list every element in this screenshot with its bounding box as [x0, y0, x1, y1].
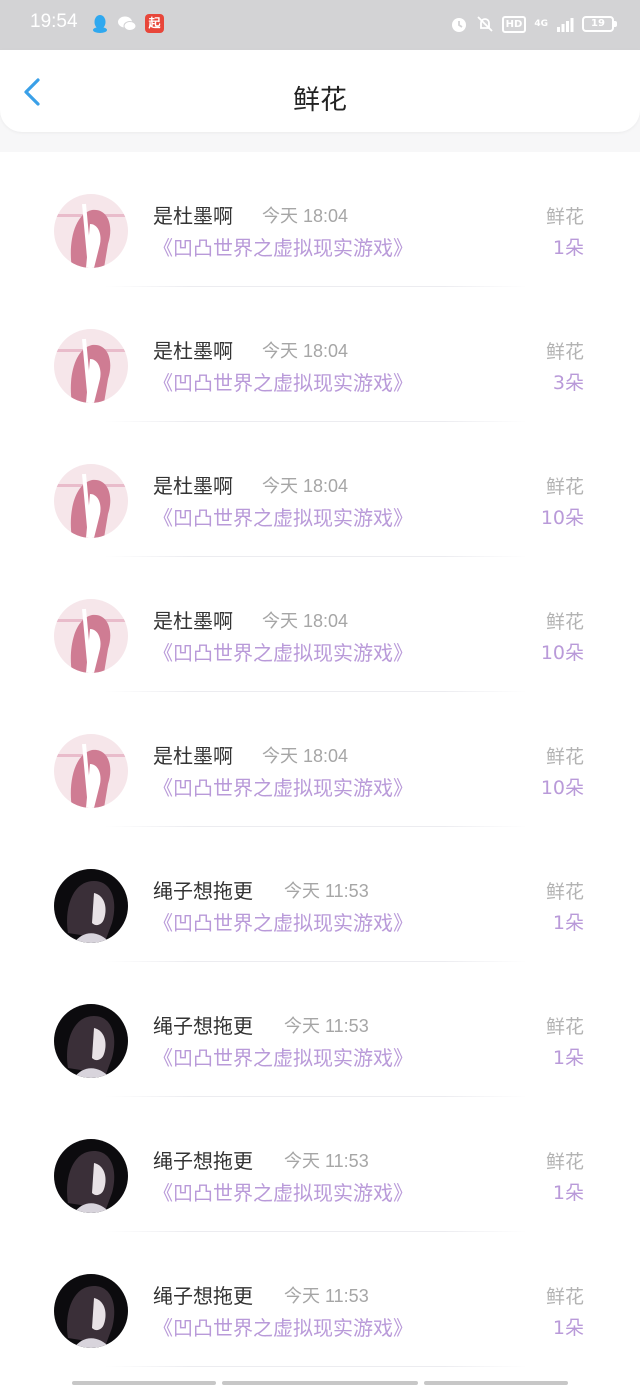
avatar[interactable]: [54, 329, 128, 403]
page-title: 鲜花: [293, 85, 347, 116]
qidian-app-icon: 起: [145, 14, 164, 33]
username: 是杜墨啊: [153, 609, 233, 633]
avatar-pink-illustration: [54, 599, 128, 673]
username: 是杜墨啊: [153, 339, 233, 363]
gift-count: 1朵: [552, 237, 584, 259]
username: 绳子想拖更: [153, 1284, 253, 1308]
network-type: 4G: [534, 19, 548, 29]
username: 是杜墨啊: [153, 744, 233, 768]
book-title-link[interactable]: 《凹凸世界之虚拟现实游戏》: [153, 907, 413, 936]
mute-icon: [477, 16, 493, 32]
avatar-dark-illustration: [54, 869, 128, 943]
scroll-indicator-segment: [424, 1381, 568, 1385]
qq-icon: [93, 15, 107, 33]
list-item[interactable]: 绳子想拖更 今天 11:53 《凹凸世界之虚拟现实游戏》 鲜花 1朵: [0, 962, 640, 1097]
status-right-cluster: HD 4G 19: [450, 13, 617, 35]
avatar[interactable]: [54, 1139, 128, 1213]
book-title-link[interactable]: 《凹凸世界之虚拟现实游戏》: [153, 1312, 413, 1341]
record-time: 今天 18:04: [262, 746, 349, 766]
gift-type: 鲜花: [545, 1151, 584, 1173]
gift-count: 1朵: [552, 1317, 584, 1339]
hd-badge: HD: [501, 15, 527, 33]
record-time: 今天 11:53: [284, 881, 369, 901]
record-time: 今天 18:04: [262, 611, 349, 631]
scroll-indicator-segment: [222, 1381, 418, 1385]
gift-count: 10朵: [540, 642, 584, 664]
record-time: 今天 11:53: [284, 1151, 369, 1171]
book-title-link[interactable]: 《凹凸世界之虚拟现实游戏》: [153, 367, 413, 396]
book-title-link[interactable]: 《凹凸世界之虚拟现实游戏》: [153, 637, 413, 666]
avatar-pink-illustration: [54, 734, 128, 808]
gift-count: 1朵: [552, 1182, 584, 1204]
gift-type: 鲜花: [545, 206, 584, 228]
list-item[interactable]: 绳子想拖更 今天 11:53 《凹凸世界之虚拟现实游戏》 鲜花 1朵: [0, 827, 640, 962]
list-item[interactable]: 是杜墨啊 今天 18:04 《凹凸世界之虚拟现实游戏》 鲜花 3朵: [0, 287, 640, 422]
gift-type: 鲜花: [545, 881, 584, 903]
gift-record-list: 是杜墨啊 今天 18:04 《凹凸世界之虚拟现实游戏》 鲜花 1朵 是杜墨啊 今…: [0, 152, 640, 1387]
list-item[interactable]: 是杜墨啊 今天 18:04 《凹凸世界之虚拟现实游戏》 鲜花 10朵: [0, 692, 640, 827]
gift-type: 鲜花: [545, 1286, 584, 1308]
row-divider: [105, 1366, 527, 1367]
scroll-indicator-segment: [72, 1381, 216, 1385]
nav-bar: 鲜花: [0, 50, 640, 132]
username: 绳子想拖更: [153, 1149, 253, 1173]
avatar[interactable]: [54, 464, 128, 538]
record-time: 今天 18:04: [262, 341, 349, 361]
gift-count: 10朵: [540, 777, 584, 799]
gift-type: 鲜花: [545, 611, 584, 633]
list-item[interactable]: 是杜墨啊 今天 18:04 《凹凸世界之虚拟现实游戏》 鲜花 10朵: [0, 422, 640, 557]
battery-icon: 19: [582, 16, 617, 32]
avatar-pink-illustration: [54, 464, 128, 538]
signal-icon: [557, 18, 574, 32]
list-item[interactable]: 是杜墨啊 今天 18:04 《凹凸世界之虚拟现实游戏》 鲜花 10朵: [0, 557, 640, 692]
avatar[interactable]: [54, 194, 128, 268]
gift-count: 10朵: [540, 507, 584, 529]
list-item[interactable]: 绳子想拖更 今天 11:53 《凹凸世界之虚拟现实游戏》 鲜花 1朵: [0, 1232, 640, 1367]
avatar-dark-illustration: [54, 1139, 128, 1213]
book-title-link[interactable]: 《凹凸世界之虚拟现实游戏》: [153, 1042, 413, 1071]
status-bar: 19:54 起 HD 4G 19: [0, 0, 640, 52]
wechat-icon: [118, 16, 137, 31]
book-title-link[interactable]: 《凹凸世界之虚拟现实游戏》: [153, 1177, 413, 1206]
record-time: 今天 11:53: [284, 1286, 369, 1306]
gift-count: 3朵: [552, 372, 584, 394]
gift-type: 鲜花: [545, 746, 584, 768]
username: 是杜墨啊: [153, 204, 233, 228]
book-title-link[interactable]: 《凹凸世界之虚拟现实游戏》: [153, 772, 413, 801]
gift-type: 鲜花: [545, 1016, 584, 1038]
record-time: 今天 11:53: [284, 1016, 369, 1036]
gift-count: 1朵: [552, 1047, 584, 1069]
list-item[interactable]: 是杜墨啊 今天 18:04 《凹凸世界之虚拟现实游戏》 鲜花 1朵: [0, 152, 640, 287]
avatar-pink-illustration: [54, 329, 128, 403]
avatar[interactable]: [54, 599, 128, 673]
avatar[interactable]: [54, 1004, 128, 1078]
username: 绳子想拖更: [153, 879, 253, 903]
record-time: 今天 18:04: [262, 476, 349, 496]
avatar-pink-illustration: [54, 194, 128, 268]
avatar-dark-illustration: [54, 1004, 128, 1078]
avatar[interactable]: [54, 734, 128, 808]
book-title-link[interactable]: 《凹凸世界之虚拟现实游戏》: [153, 502, 413, 531]
username: 绳子想拖更: [153, 1014, 253, 1038]
list-item[interactable]: 绳子想拖更 今天 11:53 《凹凸世界之虚拟现实游戏》 鲜花 1朵: [0, 1097, 640, 1232]
gift-type: 鲜花: [545, 476, 584, 498]
alarm-icon: [451, 18, 466, 32]
username: 是杜墨啊: [153, 474, 233, 498]
record-time: 今天 18:04: [262, 206, 349, 226]
gift-count: 1朵: [552, 912, 584, 934]
avatar-dark-illustration: [54, 1274, 128, 1348]
status-time: 19:54: [30, 11, 78, 32]
avatar[interactable]: [54, 1274, 128, 1348]
gift-type: 鲜花: [545, 341, 584, 363]
avatar[interactable]: [54, 869, 128, 943]
book-title-link[interactable]: 《凹凸世界之虚拟现实游戏》: [153, 232, 413, 261]
